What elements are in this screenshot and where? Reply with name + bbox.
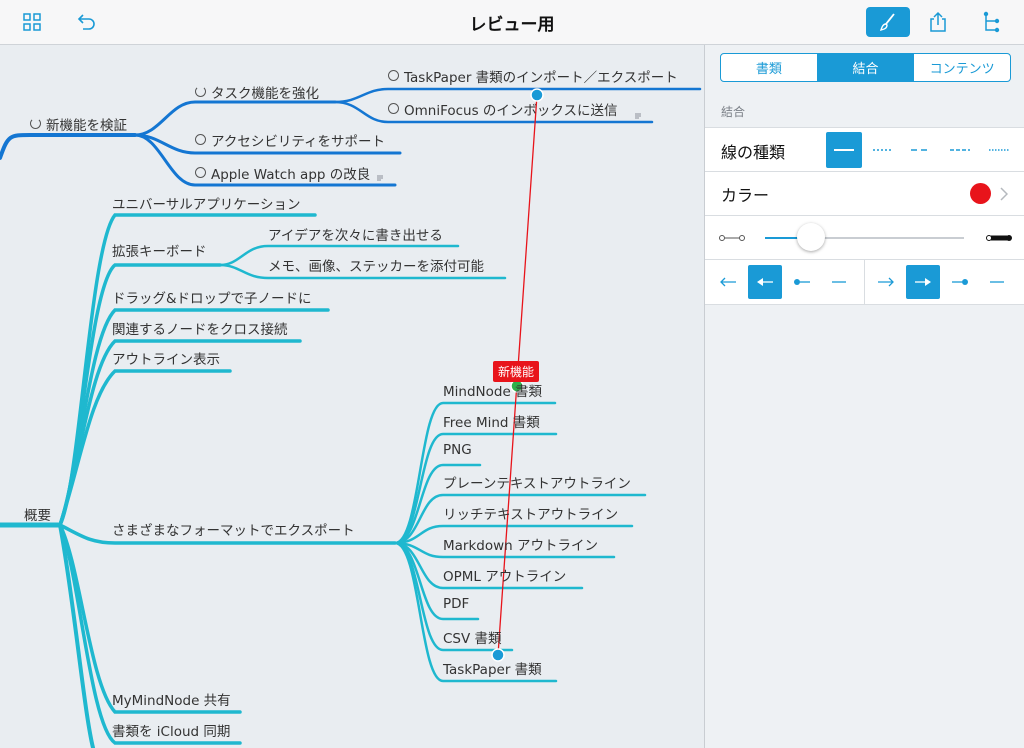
start-dot-button[interactable] bbox=[785, 265, 819, 299]
fine-dotted-line-icon bbox=[989, 149, 1009, 151]
brush-icon bbox=[879, 13, 895, 31]
node-csv[interactable]: CSV 書類 bbox=[443, 627, 502, 647]
divider bbox=[864, 260, 865, 304]
arrow-right-icon bbox=[878, 277, 894, 287]
thin-line-icon bbox=[719, 235, 745, 241]
inspector-tabs: 書類 結合 コンテンツ bbox=[720, 53, 1011, 82]
section-label: 結合 bbox=[721, 105, 746, 119]
start-arrow-filled-button[interactable] bbox=[748, 265, 782, 299]
dash-dot-line-icon bbox=[950, 149, 970, 151]
color-label: カラー bbox=[721, 186, 770, 205]
color-swatch[interactable] bbox=[970, 183, 991, 204]
tab-document[interactable]: 書類 bbox=[721, 54, 818, 81]
start-arrow-open-button[interactable] bbox=[711, 265, 745, 299]
node-freemind-doc[interactable]: Free Mind 書類 bbox=[443, 411, 540, 431]
end-arrow-open-button[interactable] bbox=[869, 265, 903, 299]
node-extended-keyboard[interactable]: 拡張キーボード bbox=[112, 240, 207, 260]
node-accessibility[interactable]: アクセシビリティをサポート bbox=[195, 130, 385, 150]
line-type-label: 線の種類 bbox=[721, 143, 786, 162]
node-attachments[interactable]: メモ、画像、ステッカーを添付可能 bbox=[268, 255, 484, 275]
toolbar: レビュー用 bbox=[0, 0, 1024, 45]
node-drag-drop[interactable]: ドラッグ&ドロップで子ノードに bbox=[112, 287, 312, 307]
start-none-button[interactable] bbox=[822, 265, 856, 299]
dotted-line-icon bbox=[873, 149, 893, 151]
end-arrow-filled-button[interactable] bbox=[906, 265, 940, 299]
partial-checkbox-icon[interactable] bbox=[195, 86, 206, 97]
arrow-style-row bbox=[705, 259, 1024, 305]
node-markdown[interactable]: Markdown アウトライン bbox=[443, 534, 598, 554]
inspector-panel: 書類 結合 コンテンツ 結合 線の種類 カラー bbox=[704, 45, 1024, 748]
node-mindnode-doc[interactable]: MindNode 書類 bbox=[443, 380, 542, 400]
node-overview[interactable]: 概要 bbox=[24, 504, 51, 524]
tab-connection[interactable]: 結合 bbox=[817, 54, 915, 81]
node-pdf[interactable]: PDF bbox=[443, 596, 469, 612]
share-icon bbox=[930, 11, 946, 32]
line-type-row: 線の種類 bbox=[705, 127, 1024, 172]
connection-label[interactable]: 新機能 bbox=[493, 361, 540, 382]
node-outline-view[interactable]: アウトライン表示 bbox=[112, 348, 220, 368]
node-mymindnode[interactable]: MyMindNode 共有 bbox=[112, 689, 231, 709]
node-icloud-sync[interactable]: 書類を iCloud 同期 bbox=[112, 720, 230, 740]
tab-contents[interactable]: コンテンツ bbox=[914, 54, 1010, 81]
arrow-right-filled-icon bbox=[915, 278, 931, 286]
node-apple-watch[interactable]: Apple Watch app の改良 bbox=[195, 163, 370, 183]
width-slider-knob[interactable] bbox=[797, 223, 825, 251]
checkbox-icon[interactable] bbox=[195, 134, 206, 145]
checkbox-icon[interactable] bbox=[388, 103, 399, 114]
node-write-ideas[interactable]: アイデアを次々に書き出せる bbox=[268, 224, 443, 244]
style-button[interactable] bbox=[866, 7, 910, 37]
checkbox-icon[interactable] bbox=[388, 70, 399, 81]
node-verify-features[interactable]: 新機能を検証 bbox=[30, 114, 127, 134]
node-plain-text[interactable]: プレーンテキストアウトライン bbox=[443, 472, 631, 492]
line-end-icon bbox=[832, 281, 846, 283]
end-none-button[interactable] bbox=[980, 265, 1014, 299]
node-universal-app[interactable]: ユニバーサルアプリケーション bbox=[112, 193, 300, 213]
node-export-formats[interactable]: さまざまなフォーマットでエクスポート bbox=[112, 519, 355, 539]
outline-icon bbox=[983, 11, 1000, 33]
dash-dot-line-button[interactable] bbox=[942, 132, 978, 168]
dashed-line-icon bbox=[911, 149, 931, 151]
mindmap-canvas[interactable]: 新機能を検証 タスク機能を強化 TaskPaper 書類のインポート／エクスポー… bbox=[0, 45, 704, 748]
node-rich-text[interactable]: リッチテキストアウトライン bbox=[443, 503, 618, 523]
solid-line-button[interactable] bbox=[826, 132, 862, 168]
solid-line-icon bbox=[834, 149, 854, 151]
end-dot-button[interactable] bbox=[943, 265, 977, 299]
partial-checkbox-icon[interactable] bbox=[30, 118, 41, 129]
node-taskpaper-import[interactable]: TaskPaper 書類のインポート／エクスポート bbox=[388, 66, 678, 86]
dotted-line-button[interactable] bbox=[865, 132, 901, 168]
node-cross-connect[interactable]: 関連するノードをクロス接続 bbox=[112, 318, 288, 338]
mindmap-branches bbox=[0, 87, 702, 748]
node-omnifocus-inbox[interactable]: OmniFocus のインボックスに送信 bbox=[388, 99, 618, 119]
node-taskpaper-doc[interactable]: TaskPaper 書類 bbox=[443, 658, 542, 678]
width-slider-track[interactable] bbox=[765, 223, 964, 251]
node-opml[interactable]: OPML アウトライン bbox=[443, 565, 566, 585]
line-end-icon bbox=[990, 281, 1004, 283]
outline-button[interactable] bbox=[970, 7, 1014, 37]
dashed-line-button[interactable] bbox=[903, 132, 939, 168]
fine-dotted-line-button[interactable] bbox=[981, 132, 1017, 168]
arrow-left-icon bbox=[720, 277, 736, 287]
width-row bbox=[705, 215, 1024, 260]
color-row[interactable]: カラー bbox=[705, 171, 1024, 216]
share-button[interactable] bbox=[916, 7, 960, 37]
dot-left-icon bbox=[794, 279, 810, 285]
thick-line-icon bbox=[986, 235, 1012, 241]
node-png[interactable]: PNG bbox=[443, 442, 472, 458]
arrow-left-filled-icon bbox=[757, 278, 773, 286]
chevron-right-icon bbox=[1000, 187, 1008, 201]
checkbox-icon[interactable] bbox=[195, 167, 206, 178]
dot-right-icon bbox=[952, 279, 968, 285]
node-task-features[interactable]: タスク機能を強化 bbox=[195, 82, 319, 102]
